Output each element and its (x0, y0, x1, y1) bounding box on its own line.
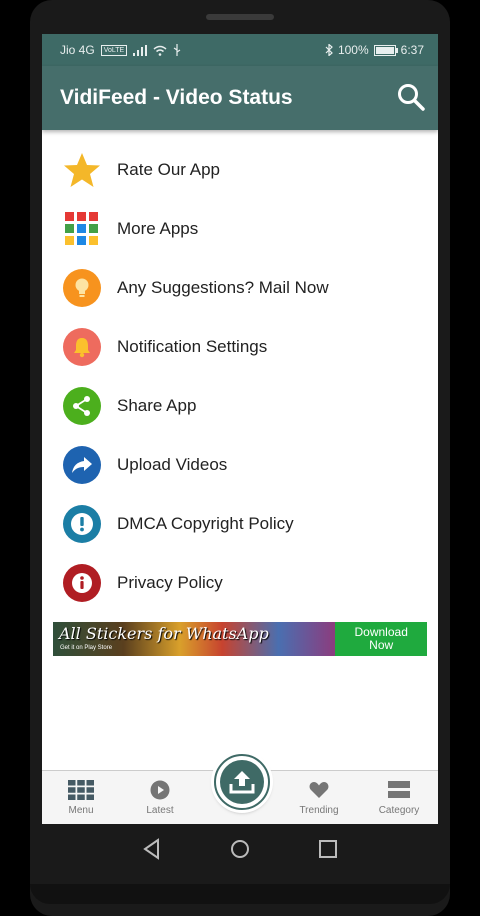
carrier-label: Jio 4G (60, 43, 95, 57)
grid-icon (68, 780, 94, 800)
share-icon (63, 386, 101, 425)
clock: 6:37 (400, 43, 424, 57)
bluetooth-icon (325, 44, 333, 56)
heart-icon (309, 782, 329, 798)
menu-item-privacy-policy[interactable]: Privacy Policy (42, 553, 438, 612)
menu-item-label: Rate Our App (117, 159, 221, 179)
menu-item-upload-videos[interactable]: Upload Videos (42, 435, 438, 494)
ad-banner-art: All Stickers for WhatsApp Get it on Play… (53, 622, 336, 656)
app-title: VidiFeed - Video Status (60, 86, 293, 109)
usb-icon (173, 44, 181, 56)
tab-trending[interactable]: Trending (284, 779, 354, 816)
speaker-grille (206, 14, 274, 20)
menu-item-dmca[interactable]: DMCA Copyright Policy (42, 494, 438, 553)
alert-icon (63, 504, 101, 543)
tab-trending-label: Trending (299, 805, 339, 816)
upload-fab[interactable] (214, 754, 270, 810)
apps-grid-icon (63, 210, 101, 248)
menu-item-rate-app[interactable]: Rate Our App (42, 140, 438, 199)
recents-icon[interactable] (318, 838, 338, 860)
tab-menu[interactable]: Menu (46, 779, 116, 816)
back-icon[interactable] (142, 838, 162, 860)
ad-download-button[interactable]: Download Now (335, 622, 427, 656)
ad-banner[interactable]: All Stickers for WhatsApp Get it on Play… (53, 622, 427, 656)
menu-item-label: DMCA Copyright Policy (117, 513, 294, 533)
lightbulb-icon (63, 268, 101, 307)
info-icon (63, 563, 101, 602)
battery-icon (373, 44, 398, 56)
menu-item-label: More Apps (117, 218, 199, 238)
menu-item-label: Share App (117, 395, 197, 415)
category-icon (388, 781, 410, 798)
app-bar: VidiFeed - Video Status (42, 66, 438, 130)
menu-item-more-apps[interactable]: More Apps (42, 199, 438, 258)
system-navigation-bar (30, 824, 450, 874)
star-icon (63, 151, 101, 189)
tab-category[interactable]: Category (364, 779, 434, 816)
volte-badge: VoLTE (100, 44, 128, 56)
tab-menu-label: Menu (68, 805, 94, 816)
forward-arrow-icon (63, 445, 101, 484)
menu-item-label: Any Suggestions? Mail Now (117, 277, 329, 297)
menu-item-notification-settings[interactable]: Notification Settings (42, 317, 438, 376)
tab-latest[interactable]: Latest (125, 779, 195, 816)
menu-item-share-app[interactable]: Share App (42, 376, 438, 435)
app-screen: Jio 4G VoLTE 100% 6:37 VidiFeed - Video … (42, 34, 438, 824)
home-icon[interactable] (230, 838, 250, 860)
signal-icon (133, 44, 148, 56)
menu-item-label: Notification Settings (117, 336, 268, 356)
upload-icon (229, 771, 255, 794)
menu-item-label: Privacy Policy (117, 572, 223, 592)
phone-chin (30, 884, 450, 904)
status-bar: Jio 4G VoLTE 100% 6:37 (42, 34, 438, 66)
tab-category-label: Category (378, 805, 420, 816)
menu-item-label: Upload Videos (117, 454, 228, 474)
battery-percent: 100% (337, 43, 369, 57)
menu-item-suggestions[interactable]: Any Suggestions? Mail Now (42, 258, 438, 317)
ad-subline: Get it on Play Store (60, 645, 113, 651)
wifi-icon (153, 45, 167, 56)
tab-latest-label: Latest (146, 805, 174, 816)
menu-list: Rate Our App More Apps Any Suggestions? … (42, 140, 438, 612)
play-circle-icon (150, 780, 170, 800)
bell-icon (63, 327, 101, 366)
ad-headline: All Stickers for WhatsApp (59, 624, 269, 643)
search-icon[interactable] (396, 82, 426, 112)
